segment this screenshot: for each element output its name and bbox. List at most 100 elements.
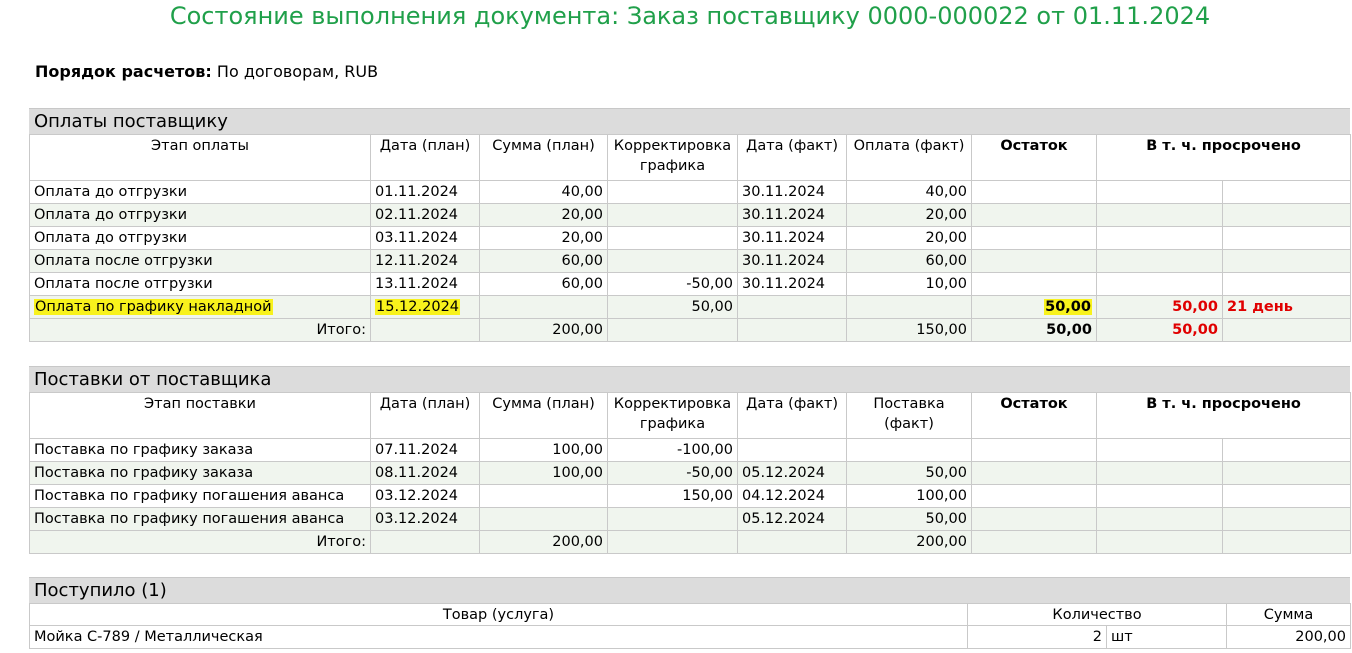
payment-row[interactable]: Оплата по графику накладной 15.12.2024 50,… [29, 295, 1352, 319]
delivery-sum-plan [479, 484, 608, 508]
col-stage: Этап поставки [29, 392, 371, 439]
payments-section: Оплаты поставщику Этап оплаты Дата (план… [29, 108, 1352, 342]
received-heading: Поступило (1) [29, 577, 1350, 603]
payment-row[interactable]: Оплата после отгрузки 12.11.2024 60,00 30.1… [29, 249, 1352, 273]
payment-overdue-days [1221, 203, 1352, 227]
col-overdue: В т. ч. просрочено [1095, 134, 1352, 181]
payment-rest [971, 180, 1097, 204]
payments-header-row: Этап оплаты Дата (план) Сумма (план) Кор… [29, 134, 1352, 181]
total-empty [737, 318, 847, 342]
payment-overdue-days [1221, 180, 1352, 204]
deliveries-heading: Поставки от поставщика [29, 366, 1350, 392]
total-empty [971, 530, 1097, 554]
col-item: Товар (услуга) [29, 603, 968, 626]
payment-date-plan: 13.11.2024 [370, 272, 480, 296]
delivery-row[interactable]: Поставка по графику заказа 07.11.2024 100,… [29, 438, 1352, 462]
delivery-correction: -100,00 [607, 438, 738, 462]
col-overdue: В т. ч. просрочено [1095, 392, 1352, 439]
payment-rest [971, 203, 1097, 227]
received-qty: 2 [967, 625, 1107, 649]
col-correction: Корректировка графика [607, 392, 738, 439]
total-overdue: 50,00 [1096, 318, 1223, 342]
col-rest: Остаток [971, 392, 1097, 439]
col-correction: Корректировка графика [607, 134, 738, 181]
delivery-row[interactable]: Поставка по графику погашения аванса 03.1… [29, 507, 1352, 531]
payment-rest-highlight: 50,00 [1044, 299, 1092, 315]
payment-date-fact [737, 295, 847, 319]
payment-row[interactable]: Оплата до отгрузки 01.11.2024 40,00 30.11.2… [29, 180, 1352, 204]
payment-stage: Оплата после отгрузки [29, 272, 371, 296]
col-date-fact: Дата (факт) [737, 392, 847, 439]
col-date-fact: Дата (факт) [737, 134, 847, 181]
delivery-stage: Поставка по графику погашения аванса [29, 484, 371, 508]
payment-overdue-days [1221, 249, 1352, 273]
delivery-sum-plan: 100,00 [479, 461, 608, 485]
delivery-correction: -50,00 [607, 461, 738, 485]
delivery-rest [971, 461, 1097, 485]
total-label: Итого: [29, 318, 371, 342]
payment-date-plan: 01.11.2024 [370, 180, 480, 204]
payment-fact: 60,00 [846, 249, 972, 273]
payment-row[interactable]: Оплата до отгрузки 02.11.2024 20,00 30.11.2… [29, 203, 1352, 227]
total-empty [1221, 318, 1352, 342]
settlement-order: Порядок расчетов: По договорам, RUB [35, 60, 378, 84]
received-sum: 200,00 [1226, 625, 1351, 649]
payment-correction [607, 180, 738, 204]
payment-overdue [1096, 203, 1223, 227]
col-qty: Количество [967, 603, 1227, 626]
payment-correction [607, 203, 738, 227]
delivery-fact: 50,00 [846, 461, 972, 485]
payment-fact: 20,00 [846, 203, 972, 227]
delivery-row[interactable]: Поставка по графику заказа 08.11.2024 100,… [29, 461, 1352, 485]
payment-sum-plan [479, 295, 608, 319]
payment-overdue [1096, 180, 1223, 204]
payment-rest [971, 226, 1097, 250]
payment-date-fact: 30.11.2024 [737, 226, 847, 250]
payment-overdue [1096, 226, 1223, 250]
payments-heading: Оплаты поставщику [29, 108, 1350, 134]
col-sum: Сумма [1226, 603, 1351, 626]
delivery-correction [607, 507, 738, 531]
payment-date-fact: 30.11.2024 [737, 203, 847, 227]
delivery-fact [846, 438, 972, 462]
delivery-row[interactable]: Поставка по графику погашения аванса 03.1… [29, 484, 1352, 508]
delivery-overdue [1096, 507, 1223, 531]
delivery-overdue [1096, 438, 1223, 462]
payment-overdue-days [1221, 272, 1352, 296]
col-date-plan: Дата (план) [370, 134, 480, 181]
payment-stage: Оплата до отгрузки [29, 180, 371, 204]
delivery-rest [971, 438, 1097, 462]
delivery-stage: Поставка по графику заказа [29, 438, 371, 462]
delivery-correction: 150,00 [607, 484, 738, 508]
delivery-overdue-days [1221, 461, 1352, 485]
payment-row[interactable]: Оплата до отгрузки 03.11.2024 20,00 30.11.2… [29, 226, 1352, 250]
col-fact: Поставка (факт) [846, 392, 972, 439]
payment-fact [846, 295, 972, 319]
delivery-date-fact: 04.12.2024 [737, 484, 847, 508]
payment-overdue [1096, 272, 1223, 296]
delivery-overdue-days [1221, 484, 1352, 508]
payment-fact: 20,00 [846, 226, 972, 250]
total-empty [1096, 530, 1223, 554]
payment-correction: -50,00 [607, 272, 738, 296]
payment-overdue-days [1221, 226, 1352, 250]
payment-rest: 50,00 [971, 295, 1097, 319]
delivery-date-plan: 07.11.2024 [370, 438, 480, 462]
payment-sum-plan: 60,00 [479, 272, 608, 296]
payment-sum-plan: 60,00 [479, 249, 608, 273]
received-header-row: Товар (услуга) Количество Сумма [29, 603, 1351, 626]
payment-fact: 10,00 [846, 272, 972, 296]
payment-row[interactable]: Оплата после отгрузки 13.11.2024 60,00 -50,… [29, 272, 1352, 296]
received-row[interactable]: Мойка С-789 / Металлическая 2 шт 200,00 [29, 625, 1351, 649]
page-title: Состояние выполнения документа: Заказ по… [169, 2, 1211, 30]
total-fact: 150,00 [846, 318, 972, 342]
delivery-date-fact [737, 438, 847, 462]
col-fact: Оплата (факт) [846, 134, 972, 181]
total-empty [370, 318, 480, 342]
payment-correction [607, 226, 738, 250]
payment-sum-plan: 40,00 [479, 180, 608, 204]
payment-stage-highlight: Оплата по графику накладной [34, 299, 273, 315]
delivery-sum-plan: 100,00 [479, 438, 608, 462]
received-unit: шт [1106, 625, 1227, 649]
payment-rest [971, 272, 1097, 296]
